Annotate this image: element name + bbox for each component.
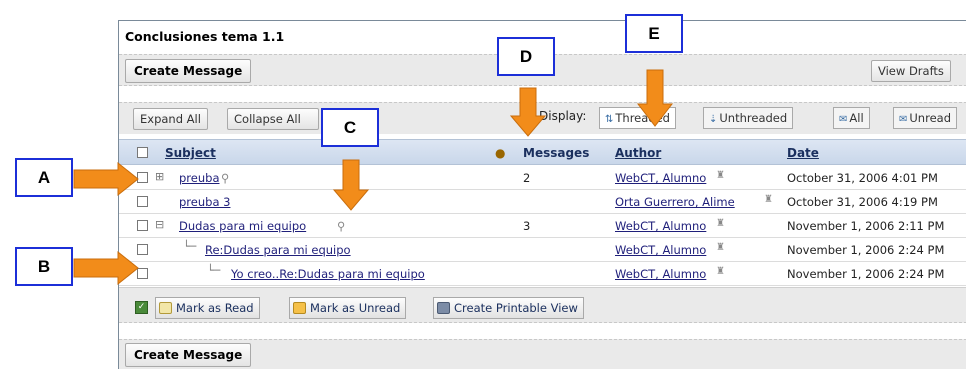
unthreaded-label: Unthreaded [719, 111, 788, 125]
author-link[interactable]: Orta Guerrero, Alime [615, 195, 735, 209]
row-checkbox[interactable] [137, 268, 148, 279]
message-subject-link[interactable]: preuba [179, 171, 220, 185]
message-count: 2 [523, 171, 531, 185]
date-column-header[interactable]: Date [787, 146, 819, 160]
row-checkbox[interactable] [137, 196, 148, 207]
unthreaded-icon: ⇣ [709, 114, 718, 125]
attachment-icon: ⚲ [221, 171, 230, 185]
printer-icon [437, 302, 450, 314]
collapse-icon[interactable]: ⊟ [155, 218, 164, 231]
messages-column-header[interactable]: Messages [523, 146, 589, 160]
user-icon: ♜ [716, 242, 725, 253]
message-date: November 1, 2006 2:24 PM [787, 243, 945, 257]
author-link[interactable]: WebCT, Alumno [615, 267, 706, 281]
message-subject-link[interactable]: Yo creo..Re:Dudas para mi equipo [231, 267, 425, 281]
author-link[interactable]: WebCT, Alumno [615, 171, 706, 185]
user-icon: ♜ [764, 194, 773, 205]
select-all-checkbox[interactable] [137, 147, 148, 158]
mark-read-label: Mark as Read [176, 301, 254, 315]
threaded-label: Threaded [615, 111, 670, 125]
unthreaded-toggle[interactable]: ⇣ Unthreaded [703, 107, 794, 129]
create-message-button-bottom[interactable]: Create Message [125, 343, 252, 367]
filter-unread-button[interactable]: ✉ Unread [893, 107, 957, 129]
thread-branch-icon: └─ [207, 264, 221, 277]
author-link[interactable]: WebCT, Alumno [615, 219, 706, 233]
message-date: October 31, 2006 4:19 PM [787, 195, 938, 209]
thread-branch-icon: └─ [183, 240, 197, 253]
table-header: Subject ● Messages Author Date [119, 139, 966, 165]
callout-b: B [15, 247, 73, 286]
callout-e: E [625, 14, 683, 53]
mark-read-icon [159, 302, 172, 314]
row-checkbox[interactable] [137, 172, 148, 183]
display-label: Display: [539, 109, 587, 123]
mark-unread-icon [293, 302, 306, 314]
table-row: └─ Re:Dudas para mi equipo WebCT, Alumno… [119, 238, 966, 262]
attachment-icon: ⚲ [337, 219, 346, 233]
callout-d: D [497, 37, 555, 76]
message-subject-link[interactable]: preuba 3 [179, 195, 230, 209]
callout-a: A [15, 158, 73, 197]
table-row: ⊞ preuba ⚲ 2 WebCT, Alumno ♜ October 31,… [119, 166, 966, 190]
message-date: November 1, 2006 2:11 PM [787, 219, 945, 233]
mark-unread-label: Mark as Unread [310, 301, 401, 315]
message-date: November 1, 2006 2:24 PM [787, 267, 945, 281]
author-column-header[interactable]: Author [615, 146, 661, 160]
filter-all-label: All [849, 111, 864, 125]
unread-icon: ✉ [899, 114, 908, 125]
unread-header-icon: ● [495, 146, 506, 160]
collapse-all-button[interactable]: Collapse All [227, 108, 319, 130]
expand-all-button[interactable]: Expand All [133, 108, 208, 130]
table-row: preuba 3 Orta Guerrero, Alime ♜ October … [119, 190, 966, 214]
message-subject-link[interactable]: Dudas para mi equipo [179, 219, 306, 233]
user-icon: ♜ [716, 266, 725, 277]
callout-c: C [321, 108, 379, 147]
page-title: Conclusiones tema 1.1 [125, 29, 285, 44]
author-link[interactable]: WebCT, Alumno [615, 243, 706, 257]
create-message-button[interactable]: Create Message [125, 59, 252, 83]
bottom-toolbar: Create Message [119, 339, 966, 369]
user-icon: ♜ [716, 170, 725, 181]
mark-unread-button[interactable]: Mark as Unread [289, 297, 407, 319]
filter-unread-label: Unread [909, 111, 951, 125]
subject-column-header[interactable]: Subject [165, 146, 216, 160]
printable-view-label: Create Printable View [454, 301, 578, 315]
expand-icon[interactable]: ⊞ [155, 170, 164, 183]
all-icon: ✉ [839, 114, 848, 125]
select-all-icon[interactable]: ✓ [135, 301, 148, 314]
table-row: └─ Yo creo..Re:Dudas para mi equipo WebC… [119, 262, 966, 286]
table-row: ⊟ Dudas para mi equipo ⚲ 3 WebCT, Alumno… [119, 214, 966, 238]
user-icon: ♜ [716, 218, 725, 229]
mark-read-button[interactable]: Mark as Read [155, 297, 260, 319]
message-date: October 31, 2006 4:01 PM [787, 171, 938, 185]
message-subject-link[interactable]: Re:Dudas para mi equipo [205, 243, 351, 257]
row-checkbox[interactable] [137, 220, 148, 231]
filter-all-button[interactable]: ✉ All [833, 107, 870, 129]
view-drafts-button[interactable]: View Drafts [871, 60, 951, 82]
row-checkbox[interactable] [137, 244, 148, 255]
printable-view-button[interactable]: Create Printable View [433, 297, 584, 319]
threaded-toggle[interactable]: ⇅ Threaded [599, 107, 676, 129]
threaded-icon: ⇅ [605, 114, 614, 125]
message-count: 3 [523, 219, 531, 233]
